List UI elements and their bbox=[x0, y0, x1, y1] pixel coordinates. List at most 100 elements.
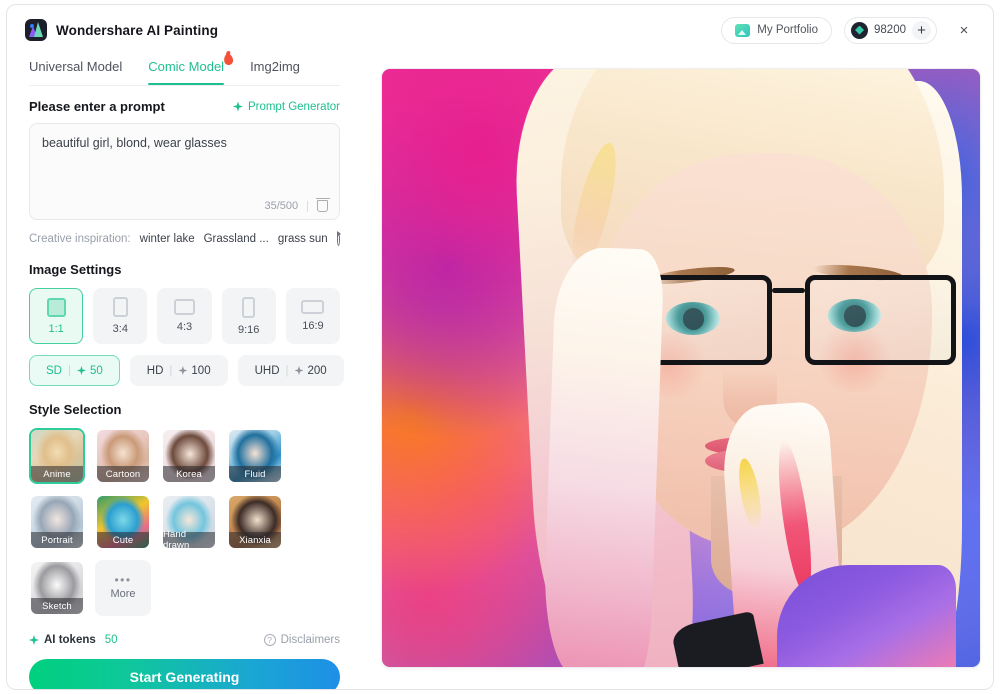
style-label: Portrait bbox=[31, 532, 83, 548]
ratio-frame-icon bbox=[174, 299, 195, 315]
app-title: Wondershare AI Painting bbox=[56, 22, 219, 38]
title-bar: Wondershare AI Painting My Portfolio 982… bbox=[7, 5, 993, 55]
more-label: More bbox=[110, 587, 136, 600]
sparkle-icon bbox=[232, 101, 243, 112]
style-label: Anime bbox=[31, 466, 83, 482]
inspiration-label: Creative inspiration: bbox=[29, 233, 131, 245]
ratio-label: 16:9 bbox=[302, 320, 324, 332]
question-icon: ? bbox=[263, 634, 276, 646]
tab-comic-model[interactable]: Comic Model bbox=[148, 53, 234, 85]
style-label: Xianxia bbox=[229, 532, 281, 548]
quality-cost: 100 bbox=[178, 364, 211, 377]
ratio-option-3-4[interactable]: 3:4 bbox=[93, 288, 148, 344]
quality-cost-value: 100 bbox=[191, 364, 211, 377]
refresh-icon[interactable] bbox=[337, 231, 342, 246]
more-styles-button[interactable]: ••• More bbox=[95, 560, 151, 616]
ai-tokens-label: AI tokens bbox=[44, 634, 96, 646]
ai-tokens-info: AI tokens 50 bbox=[29, 634, 118, 646]
ratio-label: 3:4 bbox=[112, 323, 128, 335]
prompt-section-title: Please enter a prompt bbox=[29, 99, 165, 114]
style-option-anime[interactable]: Anime bbox=[29, 428, 85, 484]
title-bar-actions: My Portfolio 98200 + × bbox=[721, 16, 977, 44]
quality-separator: | bbox=[285, 364, 289, 377]
quality-option-uhd[interactable]: UHD | 200 bbox=[237, 355, 344, 386]
generated-image-preview[interactable] bbox=[382, 69, 980, 667]
my-portfolio-label: My Portfolio bbox=[757, 24, 819, 36]
inspiration-item-2[interactable]: grass sun bbox=[278, 233, 328, 245]
tab-label: Comic Model bbox=[148, 59, 225, 74]
quality-option-sd[interactable]: SD | 50 bbox=[29, 355, 120, 386]
style-option-cute[interactable]: Cute bbox=[95, 494, 151, 550]
my-portfolio-button[interactable]: My Portfolio bbox=[721, 16, 833, 44]
ratio-option-16-9[interactable]: 16:9 bbox=[285, 288, 341, 344]
style-label: Cute bbox=[97, 532, 149, 548]
ratio-frame-icon bbox=[301, 300, 325, 314]
prompt-separator: | bbox=[306, 200, 309, 212]
generated-artwork bbox=[382, 69, 980, 667]
ellipsis-icon: ••• bbox=[114, 572, 132, 587]
image-icon bbox=[735, 23, 751, 37]
disclaimers-label: Disclaimers bbox=[280, 634, 340, 646]
sparkle-icon bbox=[29, 635, 39, 645]
style-options: Anime Cartoon Korea Fluid Portrait Cute … bbox=[29, 428, 340, 616]
token-coin-icon bbox=[851, 21, 869, 39]
quality-cost: 200 bbox=[294, 364, 327, 377]
style-option-hand-drawn[interactable]: Hand drawn bbox=[161, 494, 217, 550]
ai-tokens-value: 50 bbox=[104, 634, 118, 646]
tab-label: Img2img bbox=[250, 59, 300, 74]
quality-separator: | bbox=[67, 364, 71, 377]
inspiration-item-0[interactable]: winter lake bbox=[140, 233, 195, 245]
footer-info: AI tokens 50 ? Disclaimers bbox=[29, 634, 340, 646]
quality-cost-value: 200 bbox=[307, 364, 327, 377]
ratio-label: 1:1 bbox=[48, 322, 64, 335]
ratio-option-4-3[interactable]: 4:3 bbox=[157, 288, 212, 344]
prompt-generator-button[interactable]: Prompt Generator bbox=[232, 100, 340, 113]
tab-universal-model[interactable]: Universal Model bbox=[29, 55, 122, 85]
tab-img2img[interactable]: Img2img bbox=[250, 55, 300, 85]
style-selection-title: Style Selection bbox=[29, 402, 122, 417]
token-balance[interactable]: 98200 + bbox=[844, 16, 937, 44]
style-label: Sketch bbox=[31, 598, 83, 614]
ratio-option-9-16[interactable]: 9:16 bbox=[221, 288, 276, 344]
wondershare-logo-icon bbox=[25, 19, 47, 41]
sparkle-icon bbox=[294, 366, 304, 375]
inspiration-item-1[interactable]: Grassland ... bbox=[204, 233, 269, 245]
close-icon[interactable]: × bbox=[951, 17, 977, 43]
style-label: Hand drawn bbox=[163, 529, 215, 548]
style-label: Fluid bbox=[229, 466, 281, 482]
style-option-fluid[interactable]: Fluid bbox=[227, 428, 283, 484]
prompt-generator-label: Prompt Generator bbox=[247, 100, 340, 113]
add-tokens-button[interactable]: + bbox=[912, 20, 931, 40]
prompt-header: Please enter a prompt Prompt Generator bbox=[29, 99, 340, 114]
start-generating-button[interactable]: Start Generating bbox=[29, 659, 340, 689]
ratio-frame-icon bbox=[112, 297, 128, 317]
style-option-xianxia[interactable]: Xianxia bbox=[227, 494, 283, 550]
app-window: Wondershare AI Painting My Portfolio 982… bbox=[6, 4, 994, 690]
flame-badge-icon bbox=[223, 53, 234, 66]
ratio-label: 4:3 bbox=[176, 321, 193, 333]
ratio-frame-icon bbox=[46, 297, 66, 317]
style-option-cartoon[interactable]: Cartoon bbox=[95, 428, 151, 484]
style-option-korea[interactable]: Korea bbox=[161, 428, 217, 484]
style-option-sketch[interactable]: Sketch bbox=[29, 560, 85, 616]
app-brand: Wondershare AI Painting bbox=[25, 19, 218, 41]
quality-cost-value: 50 bbox=[89, 364, 103, 377]
disclaimers-link[interactable]: ? Disclaimers bbox=[263, 634, 340, 646]
glasses-icon bbox=[621, 275, 957, 365]
quality-separator: | bbox=[169, 364, 173, 377]
quality-option-hd[interactable]: HD | 100 bbox=[129, 355, 228, 386]
trash-icon[interactable] bbox=[315, 197, 330, 212]
style-option-portrait[interactable]: Portrait bbox=[29, 494, 85, 550]
quality-label: SD bbox=[46, 364, 62, 377]
sparkle-icon bbox=[178, 366, 188, 375]
image-settings-title: Image Settings bbox=[29, 262, 122, 277]
ratio-label: 9:16 bbox=[238, 323, 260, 336]
quality-label: UHD bbox=[254, 364, 280, 377]
prompt-value: beautiful girl, blond, wear glasses bbox=[42, 136, 227, 150]
ratio-option-1-1[interactable]: 1:1 bbox=[29, 288, 84, 344]
settings-panel: Universal Model Comic Model Img2img Plea… bbox=[7, 53, 362, 689]
sparkle-icon bbox=[76, 366, 86, 375]
prompt-input[interactable]: beautiful girl, blond, wear glasses 35/5… bbox=[29, 123, 340, 220]
quality-label: HD bbox=[146, 364, 164, 377]
token-count: 98200 bbox=[874, 24, 906, 36]
